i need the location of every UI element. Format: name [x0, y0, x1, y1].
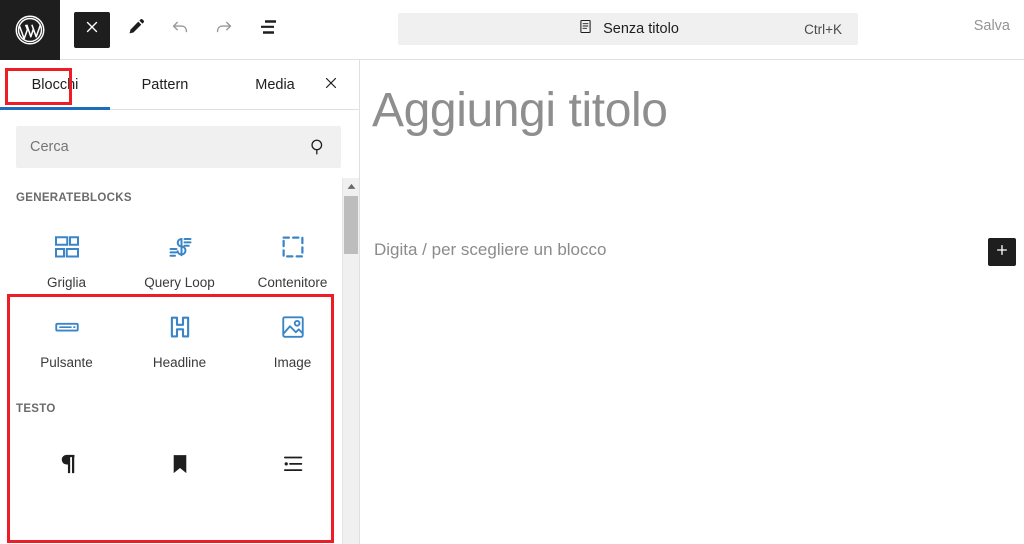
search-placeholder: Cerca: [30, 139, 69, 155]
block-item-paragrafo[interactable]: [10, 433, 123, 499]
tab-pattern-label: Pattern: [141, 76, 189, 93]
scroll-up-arrow-icon[interactable]: [343, 178, 359, 195]
query-loop-icon: [165, 230, 195, 264]
testo-block-grid: [0, 433, 359, 499]
inserter-search-area: Cerca: [0, 110, 359, 178]
block-label: Image: [273, 354, 312, 370]
pencil-icon: [125, 16, 147, 43]
search-input[interactable]: Cerca: [16, 126, 341, 168]
default-block-input[interactable]: Digita / per scegliere un blocco: [374, 240, 606, 260]
container-dashed-icon: [278, 230, 308, 264]
edit-mode-button[interactable]: [118, 12, 154, 48]
redo-button[interactable]: [206, 12, 242, 48]
headline-h-icon: [165, 310, 195, 344]
block-item-pulsante[interactable]: Pulsante: [10, 296, 123, 376]
command-bar-shortcut: Ctrl+K: [804, 21, 842, 37]
inserter-scrollbar[interactable]: [342, 178, 359, 544]
editor-canvas: Aggiungi titolo Digita / per scegliere u…: [360, 60, 1024, 544]
tab-blocchi-label: Blocchi: [31, 76, 79, 93]
document-overview-button[interactable]: [250, 12, 286, 48]
wordpress-logo-icon: [14, 14, 46, 46]
close-inserter-panel-button[interactable]: [315, 69, 347, 101]
command-bar-title: Senza titolo: [603, 21, 679, 37]
document-overview-icon: [256, 15, 280, 44]
close-icon: [322, 74, 340, 97]
inserter-tabs: Blocchi Pattern Media: [0, 60, 359, 110]
block-label: Griglia: [46, 275, 86, 290]
block-label: Contenitore: [257, 275, 328, 290]
top-bar-toolbar: [60, 0, 294, 60]
category-title-generateblocks: GENERATEBLOCKS: [16, 192, 132, 204]
document-icon: [577, 18, 594, 40]
undo-button[interactable]: [162, 12, 198, 48]
close-inserter-button[interactable]: [74, 11, 110, 48]
wordpress-logo-button[interactable]: [0, 0, 60, 60]
block-label: Headline: [152, 354, 207, 370]
image-icon: [278, 310, 308, 344]
category-title-testo: TESTO: [16, 403, 56, 415]
block-item-headline[interactable]: Headline: [123, 296, 236, 376]
plus-icon: [994, 242, 1010, 263]
wordpress-block-editor: Senza titolo Ctrl+K Salva Blocchi Patter…: [0, 0, 1024, 544]
block-item-query-loop[interactable]: Query Loop: [123, 216, 236, 296]
heading-bookmark-icon: [166, 447, 194, 481]
block-label: Query Loop: [144, 275, 215, 290]
block-item-griglia[interactable]: Griglia: [10, 216, 123, 296]
tab-pattern[interactable]: Pattern: [110, 60, 220, 109]
button-icon: [52, 310, 82, 344]
block-item-image[interactable]: Image: [236, 296, 349, 376]
list-icon: [279, 447, 307, 481]
command-bar-content: Senza titolo: [412, 18, 844, 40]
search-icon: [307, 136, 329, 163]
block-item-elenco[interactable]: [236, 433, 349, 499]
editor-top-bar: Senza titolo Ctrl+K Salva: [0, 0, 1024, 60]
command-bar-button[interactable]: Senza titolo Ctrl+K: [398, 13, 858, 45]
post-title-input[interactable]: Aggiungi titolo: [372, 84, 668, 138]
redo-arrow-icon: [213, 16, 235, 43]
close-icon: [83, 18, 101, 41]
add-block-button[interactable]: [988, 238, 1016, 266]
tab-blocchi[interactable]: Blocchi: [0, 60, 110, 110]
generateblocks-block-grid: Griglia Query Loop Contenitore Pulsante …: [0, 216, 359, 375]
block-item-contenitore[interactable]: Contenitore: [236, 216, 349, 296]
paragraph-pilcrow-icon: [53, 447, 81, 481]
scrollbar-thumb[interactable]: [344, 196, 358, 254]
grid-icon: [52, 230, 82, 264]
inserter-block-list: GENERATEBLOCKS Griglia Query Loop Conten…: [0, 178, 359, 544]
tab-media-label: Media: [255, 76, 295, 93]
save-button[interactable]: Salva: [974, 18, 1010, 34]
block-label: Pulsante: [40, 354, 93, 370]
tab-media[interactable]: Media: [220, 60, 330, 109]
block-inserter-panel: Blocchi Pattern Media Cerca GENERATEBLOC…: [0, 60, 360, 544]
undo-arrow-icon: [169, 16, 191, 43]
block-item-titolo[interactable]: [123, 433, 236, 499]
